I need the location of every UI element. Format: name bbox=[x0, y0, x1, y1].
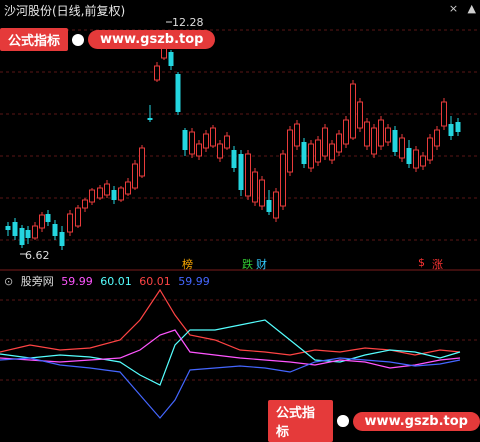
watermark-dot-icon bbox=[337, 415, 349, 427]
candle-body bbox=[224, 135, 230, 149]
candle-body bbox=[399, 137, 405, 159]
candle-body bbox=[434, 129, 440, 147]
candle-body bbox=[364, 121, 370, 147]
candle-body bbox=[280, 153, 286, 207]
candle-body bbox=[441, 101, 447, 127]
indicator-value-2: 60.01 bbox=[100, 275, 132, 288]
candle-body bbox=[357, 101, 363, 129]
candle-body bbox=[154, 65, 160, 81]
signal-bang: 榜 bbox=[182, 258, 193, 271]
indicator-value-1: 59.99 bbox=[61, 275, 93, 288]
candle-body bbox=[217, 143, 223, 159]
watermark-bottom: 公式指标 www.gszb.top bbox=[268, 400, 480, 442]
watermark-url: www.gszb.top bbox=[88, 30, 216, 49]
candle-body bbox=[125, 181, 131, 195]
close-icon[interactable]: × bbox=[449, 2, 458, 15]
indicator-name: 股旁网 bbox=[20, 275, 54, 288]
candle-body bbox=[336, 133, 342, 153]
candle-body bbox=[273, 191, 279, 219]
candle-body bbox=[118, 187, 124, 201]
candle-body bbox=[413, 149, 419, 169]
candle-body bbox=[32, 225, 38, 239]
window-controls: × ▲ bbox=[443, 2, 476, 15]
indicator-value-3: 60.01 bbox=[139, 275, 171, 288]
candle-body bbox=[245, 153, 251, 197]
candle-body bbox=[59, 232, 65, 246]
watermark-top: 公式指标 www.gszb.top bbox=[0, 28, 216, 51]
chart-canvas bbox=[0, 21, 480, 419]
indicator-value-4: 59.99 bbox=[178, 275, 210, 288]
candle-body bbox=[406, 148, 412, 164]
watermark-dot-icon bbox=[72, 33, 85, 46]
candle-body bbox=[322, 127, 328, 157]
candle-body bbox=[287, 129, 293, 173]
candle-body bbox=[252, 171, 258, 203]
candlestick-series bbox=[5, 42, 461, 250]
candle-body bbox=[210, 127, 216, 147]
candle-body bbox=[308, 143, 314, 169]
indicator-toggle-icon[interactable]: ⊙ bbox=[4, 275, 13, 288]
indicator-header: ⊙ 股旁网 59.99 60.01 60.01 59.99 bbox=[4, 273, 214, 289]
candle-body bbox=[139, 147, 145, 177]
watermark-label: 公式指标 bbox=[268, 400, 334, 442]
candle-body bbox=[350, 83, 356, 139]
candle-body bbox=[231, 150, 237, 168]
candle-body bbox=[75, 207, 81, 227]
candle-body bbox=[392, 130, 398, 152]
candle-body bbox=[427, 137, 433, 161]
candle-body bbox=[203, 133, 209, 149]
signal-zhang: 涨 bbox=[432, 258, 443, 271]
signal-die: 跌 bbox=[242, 258, 253, 271]
candle-body bbox=[343, 119, 349, 145]
chart-title: 沙河股份(日线,前复权) bbox=[4, 4, 126, 18]
candle-body bbox=[97, 187, 103, 199]
candle-body bbox=[25, 230, 31, 238]
price-grid bbox=[0, 29, 480, 241]
candle-body bbox=[89, 189, 95, 203]
candle-body bbox=[420, 155, 426, 167]
candle-body bbox=[378, 119, 384, 147]
candle-body bbox=[189, 131, 195, 155]
high-price-label: 12.28 bbox=[172, 16, 204, 29]
candle-body bbox=[82, 199, 88, 209]
candle-body bbox=[147, 118, 153, 120]
signal-dollar: $ bbox=[418, 256, 425, 269]
candle-body bbox=[175, 74, 181, 112]
candle-body bbox=[132, 163, 138, 189]
candle-body bbox=[19, 228, 25, 245]
candle-body bbox=[329, 143, 335, 161]
candle-body bbox=[371, 127, 377, 155]
signal-cai: 财 bbox=[256, 258, 267, 271]
cyan-line bbox=[0, 319, 461, 386]
candle-body bbox=[315, 139, 321, 163]
indicator-lines bbox=[0, 288, 461, 419]
candle-body bbox=[455, 122, 461, 132]
candle-body bbox=[182, 130, 188, 150]
candle-body bbox=[385, 127, 391, 143]
candle-body bbox=[301, 142, 307, 164]
candle-body bbox=[45, 214, 51, 222]
candle-body bbox=[111, 190, 117, 200]
candle-body bbox=[39, 214, 45, 229]
candle-body bbox=[448, 124, 454, 136]
candle-body bbox=[5, 226, 11, 230]
indicator-grid bbox=[0, 299, 480, 381]
low-price-label: 6.62 bbox=[25, 249, 50, 262]
candle-body bbox=[266, 200, 272, 212]
collapse-icon[interactable]: ▲ bbox=[468, 2, 476, 15]
candle-body bbox=[52, 224, 58, 236]
candle-body bbox=[196, 143, 202, 157]
candle-body bbox=[67, 213, 73, 233]
candle-body bbox=[294, 123, 300, 147]
candle-body bbox=[168, 52, 174, 66]
candle-body bbox=[238, 154, 244, 190]
watermark-label: 公式指标 bbox=[0, 28, 69, 51]
candle-body bbox=[12, 222, 18, 236]
candle-body bbox=[259, 179, 265, 207]
candle-body bbox=[104, 183, 110, 196]
